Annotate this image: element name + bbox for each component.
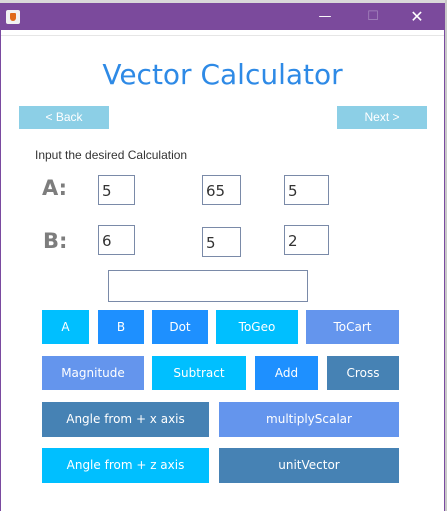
select-b-button[interactable]: B	[98, 310, 144, 344]
vector-a-z-input[interactable]: 5	[284, 175, 329, 205]
minimize-button[interactable]: —	[305, 3, 345, 30]
title-bar: — ☐ ✕	[0, 3, 445, 30]
header-divider	[1, 35, 444, 36]
vector-b-label: B:	[43, 229, 68, 253]
vector-b-x-input[interactable]: 6	[98, 225, 135, 255]
subtract-button[interactable]: Subtract	[152, 356, 246, 390]
magnitude-button[interactable]: Magnitude	[42, 356, 144, 390]
angle-x-axis-button[interactable]: Angle from + x axis	[42, 402, 209, 437]
select-a-button[interactable]: A	[42, 310, 89, 344]
vector-b-y-input[interactable]: 5	[202, 227, 241, 257]
maximize-button[interactable]: ☐	[353, 3, 393, 30]
multiply-scalar-button[interactable]: multiplyScalar	[219, 402, 399, 437]
result-field[interactable]	[108, 270, 308, 302]
add-button[interactable]: Add	[255, 356, 318, 390]
close-button[interactable]: ✕	[397, 3, 437, 30]
tocart-button[interactable]: ToCart	[306, 310, 399, 344]
angle-z-axis-button[interactable]: Angle from + z axis	[42, 448, 209, 483]
page-title: Vector Calculator	[102, 58, 343, 91]
vector-a-x-input[interactable]: 5	[98, 175, 135, 205]
vector-b-z-input[interactable]: 2	[284, 225, 329, 255]
vector-a-label: A:	[42, 176, 68, 200]
togeo-button[interactable]: ToGeo	[216, 310, 298, 344]
back-button[interactable]: < Back	[19, 106, 109, 129]
vector-a-y-input[interactable]: 65	[202, 175, 241, 205]
cross-button[interactable]: Cross	[327, 356, 399, 390]
next-button[interactable]: Next >	[337, 106, 427, 129]
dot-button[interactable]: Dot	[152, 310, 208, 344]
java-app-icon	[6, 10, 20, 24]
instruction-label: Input the desired Calculation	[35, 148, 188, 162]
unit-vector-button[interactable]: unitVector	[219, 448, 399, 483]
